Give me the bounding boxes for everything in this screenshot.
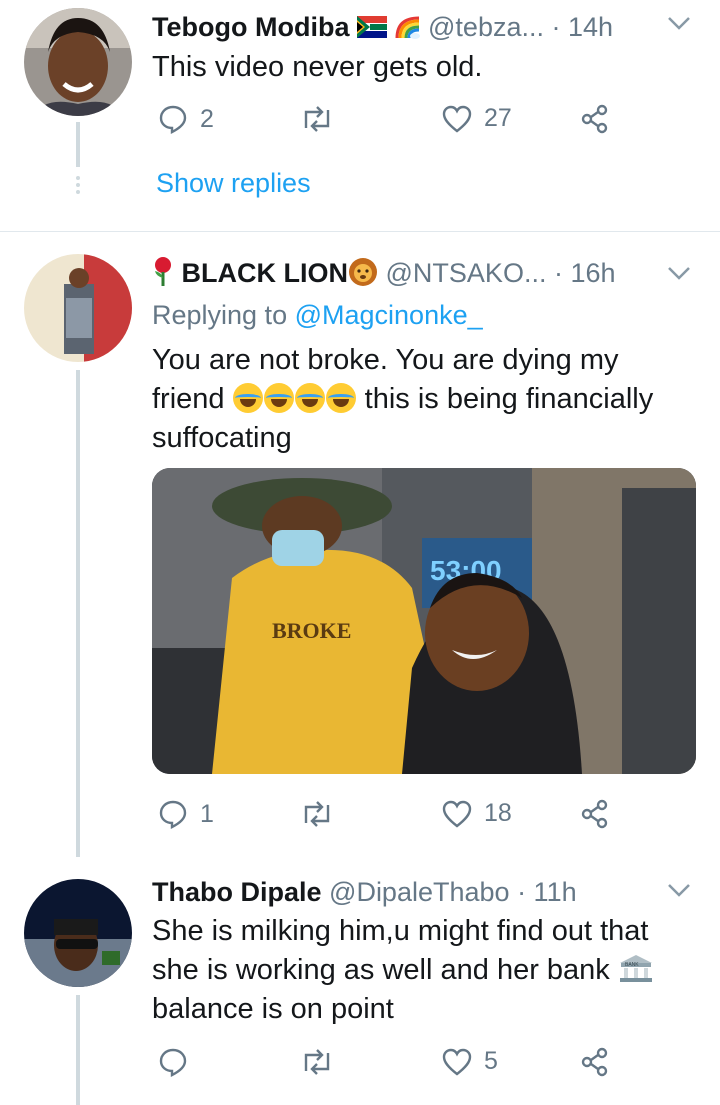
tweet-header: Tebogo Modiba @tebza... · 14h	[152, 10, 613, 44]
share-button[interactable]	[580, 1047, 610, 1077]
laughing-tears-emoji-icon	[232, 383, 263, 413]
bank-icon: BANK	[619, 955, 652, 982]
show-replies-link[interactable]: Show replies	[156, 168, 311, 199]
laughing-tears-emoji-icon	[325, 383, 356, 413]
like-button[interactable]: 27	[442, 104, 512, 133]
tweet-tebogo[interactable]: Tebogo Modiba @tebza... · 14h This video…	[0, 0, 720, 232]
reply-icon	[159, 1048, 187, 1077]
reply-count: 1	[200, 799, 214, 828]
thread-dots	[76, 176, 80, 194]
tweet-header: BLACK LION @NTSAKO... · 16h	[152, 256, 616, 290]
retweet-icon	[304, 1049, 330, 1075]
share-icon	[581, 799, 608, 829]
author-name[interactable]: BLACK LION	[182, 258, 348, 288]
avatar-image	[24, 879, 132, 987]
author-handle[interactable]: @DipaleThabo	[329, 877, 510, 907]
retweet-button[interactable]	[300, 799, 334, 829]
tweet-media-image[interactable]: 53:00 BROKE	[152, 468, 696, 774]
avatar-image	[24, 254, 132, 362]
thread-line	[76, 995, 80, 1105]
timestamp[interactable]: · 11h	[517, 877, 577, 907]
reply-button[interactable]: 2	[158, 104, 214, 134]
tweet-thabo[interactable]: Thabo Dipale @DipaleThabo · 11h She is m…	[0, 857, 720, 1105]
like-count: 5	[484, 1047, 498, 1075]
tweet-text: You are not broke. You are dying my frie…	[152, 341, 702, 458]
tweet-text-line: friend this is being financially	[152, 380, 702, 419]
tweet-text-line: balance is on point	[152, 993, 394, 1025]
like-count: 27	[484, 104, 512, 132]
tweet-actions: 1 18	[152, 799, 622, 839]
laughing-tears-emoji-icon	[263, 383, 294, 413]
tweet-text-fragment: friend	[152, 383, 225, 415]
like-button[interactable]: 5	[442, 1047, 498, 1076]
shirt-text: BROKE	[272, 618, 351, 643]
timestamp[interactable]: · 16h	[554, 258, 616, 288]
avatar[interactable]	[24, 254, 132, 362]
reply-button[interactable]	[158, 1047, 200, 1077]
tweet-text-line: You are not broke. You are dying my	[152, 344, 619, 376]
tweet-text-line: She is milking him,u might find out that	[152, 915, 649, 947]
tweet-text: She is milking him,u might find out that…	[152, 912, 702, 1029]
avatar[interactable]	[24, 879, 132, 987]
reply-icon	[159, 105, 187, 134]
chevron-down-icon[interactable]	[666, 12, 692, 38]
media-photo: 53:00 BROKE	[152, 468, 696, 774]
author-name[interactable]: Thabo Dipale	[152, 877, 322, 907]
tweet-text: This video never gets old.	[152, 51, 483, 83]
heart-icon	[442, 105, 472, 133]
tweet-text-fragment: this is being financially	[356, 383, 654, 415]
author-handle[interactable]: @NTSAKO...	[386, 258, 547, 288]
retweet-button[interactable]	[300, 104, 334, 134]
chevron-down-icon[interactable]	[666, 879, 692, 905]
tweet-text-fragment: she is working as well and her bank	[152, 954, 610, 986]
retweet-icon	[304, 106, 330, 132]
tweet-text-line: she is working as well and her bank BANK	[152, 951, 702, 990]
rainbow-icon	[395, 16, 420, 39]
tweet-actions: 2 27	[152, 104, 622, 144]
thread-line	[76, 370, 80, 857]
heart-icon	[442, 1048, 472, 1076]
laughing-tears-emoji-icon	[294, 383, 325, 413]
avatar[interactable]	[24, 8, 132, 116]
avatar-image	[24, 8, 132, 116]
tweet-text-line: suffocating	[152, 422, 292, 454]
heart-icon	[442, 800, 472, 828]
replying-to: Replying to @Magcinonke_	[152, 298, 483, 332]
share-icon	[581, 1047, 608, 1077]
author-name[interactable]: Tebogo Modiba	[152, 12, 349, 42]
retweet-icon	[304, 801, 330, 827]
chevron-down-icon[interactable]	[666, 262, 692, 288]
replying-prefix: Replying to	[152, 300, 288, 330]
south-africa-flag-icon	[356, 16, 387, 38]
reply-icon	[159, 800, 187, 829]
like-button[interactable]: 18	[442, 799, 512, 828]
lion-icon	[349, 258, 377, 286]
tweet-header: Thabo Dipale @DipaleThabo · 11h	[152, 875, 577, 909]
rose-icon	[155, 257, 171, 286]
author-handle[interactable]: @tebza...	[428, 12, 544, 42]
tweet-actions: 5	[152, 1047, 622, 1087]
thread-line	[76, 122, 80, 167]
share-button[interactable]	[580, 799, 610, 829]
share-button[interactable]	[580, 104, 610, 134]
reply-count: 2	[200, 104, 214, 133]
bank-sign-text: BANK	[625, 962, 639, 968]
retweet-button[interactable]	[300, 1047, 334, 1077]
reply-button[interactable]: 1	[158, 799, 214, 829]
share-icon	[581, 104, 608, 134]
like-count: 18	[484, 799, 512, 827]
timestamp[interactable]: · 14h	[552, 12, 614, 42]
replying-mention[interactable]: @Magcinonke_	[295, 300, 483, 330]
